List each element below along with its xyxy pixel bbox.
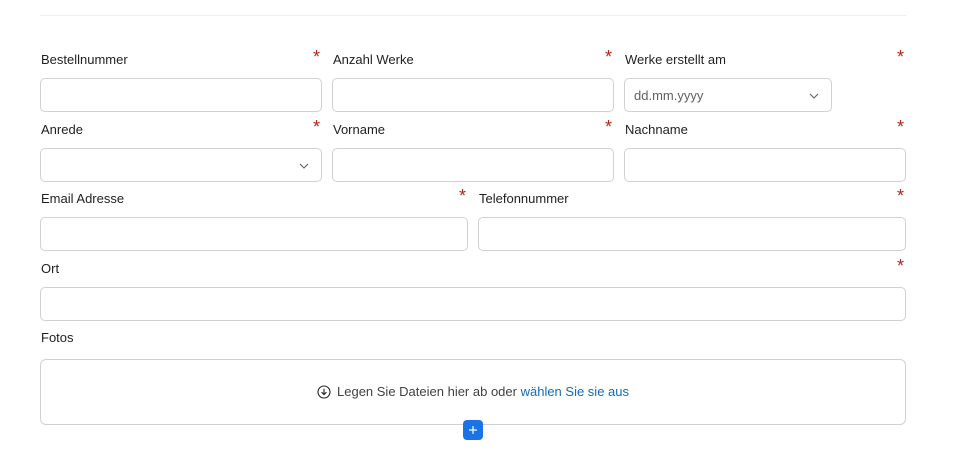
photos-label: Fotos <box>41 330 74 345</box>
email-input[interactable] <box>40 217 468 251</box>
plus-icon <box>469 426 477 434</box>
required-marker: * <box>604 117 612 137</box>
first-name-label: Vorname <box>333 122 386 137</box>
first-name-field: Vorname * <box>332 115 614 182</box>
phone-label: Telefonnummer <box>479 191 569 206</box>
city-label: Ort <box>41 261 60 276</box>
works-count-field: Anzahl Werke * <box>332 45 614 112</box>
required-marker: * <box>312 47 320 67</box>
top-divider <box>40 15 906 16</box>
last-name-input[interactable] <box>624 148 906 182</box>
chevron-down-icon <box>299 163 309 169</box>
works-created-field: Werke erstellt am * dd.mm.yyyy <box>624 45 906 112</box>
last-name-label: Nachname <box>625 122 688 137</box>
phone-input[interactable] <box>478 217 906 251</box>
city-input[interactable] <box>40 287 906 321</box>
dropzone-message: Legen Sie Dateien hier ab oder wählen Si… <box>41 383 905 401</box>
download-circle-icon <box>317 385 331 399</box>
required-marker: * <box>896 256 904 276</box>
photos-field: Fotos <box>40 323 906 347</box>
required-marker: * <box>896 47 904 67</box>
city-field: Ort * <box>40 254 906 321</box>
works-count-input[interactable] <box>332 78 614 112</box>
required-marker: * <box>604 47 612 67</box>
required-marker: * <box>312 117 320 137</box>
date-placeholder: dd.mm.yyyy <box>634 88 704 103</box>
order-number-field: Bestellnummer * <box>40 45 322 112</box>
chevron-down-icon <box>809 93 819 99</box>
email-field: Email Adresse * <box>40 184 468 251</box>
first-name-input[interactable] <box>332 148 614 182</box>
order-number-label: Bestellnummer <box>41 52 128 67</box>
file-dropzone[interactable]: Legen Sie Dateien hier ab oder wählen Si… <box>40 359 906 425</box>
form-page: Bestellnummer * Anzahl Werke * Werke ers… <box>0 0 970 458</box>
salutation-field: Anrede * <box>40 115 322 182</box>
required-marker: * <box>896 117 904 137</box>
order-number-input[interactable] <box>40 78 322 112</box>
required-marker: * <box>458 186 466 206</box>
last-name-field: Nachname * <box>624 115 906 182</box>
select-files-link[interactable]: wählen Sie sie aus <box>521 384 629 399</box>
add-button[interactable] <box>463 420 483 440</box>
works-created-date-picker[interactable]: dd.mm.yyyy <box>624 78 832 112</box>
phone-field: Telefonnummer * <box>478 184 906 251</box>
works-count-label: Anzahl Werke <box>333 52 414 67</box>
required-marker: * <box>896 186 904 206</box>
dropzone-text: Legen Sie Dateien hier ab oder <box>337 384 517 399</box>
works-created-label: Werke erstellt am <box>625 52 726 67</box>
email-label: Email Adresse <box>41 191 125 206</box>
salutation-select[interactable] <box>40 148 322 182</box>
salutation-label: Anrede <box>41 122 83 137</box>
